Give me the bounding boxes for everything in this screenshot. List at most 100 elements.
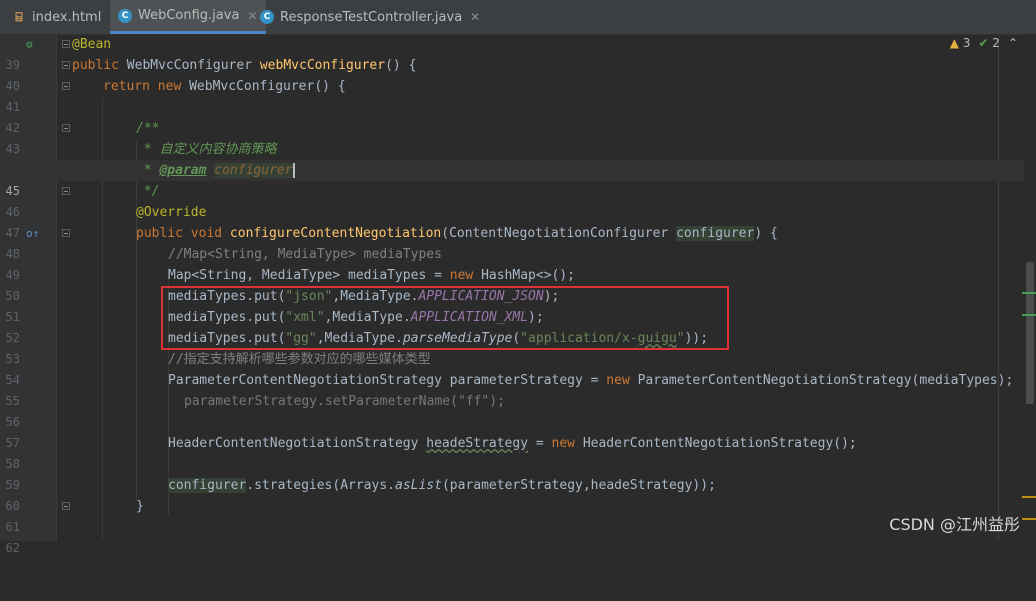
line-comment: //Map<String, MediaType> mediaTypes: [168, 247, 442, 262]
code-editor[interactable]: 39 ⚙ @Bean 40 public WebMvcConfigurer we…: [0, 34, 1036, 555]
editor-tab-bar: ⌸ index.html ✕ C WebConfig.java ✕ C Resp…: [0, 0, 1036, 35]
code-text: .strategies(Arrays.: [246, 478, 395, 493]
tab-label: ResponseTestController.java: [280, 9, 463, 25]
fold-toggle[interactable]: [62, 229, 70, 237]
code-text: () {: [385, 58, 417, 73]
static-method: asList: [395, 478, 442, 493]
change-marker: [1022, 292, 1036, 294]
typo-indicator[interactable]: ✔ 2: [978, 36, 1000, 50]
parameter-name: configurer: [168, 478, 247, 493]
code-text: WebMvcConfigurer() {: [189, 79, 346, 94]
keyword: new: [449, 268, 482, 283]
keyword: new: [157, 79, 190, 94]
code-text: (parameterStrategy,headeStrategy));: [441, 478, 716, 493]
fold-toggle[interactable]: [62, 82, 70, 90]
scrollbar-thumb[interactable]: [1026, 262, 1034, 404]
tab-label: index.html: [32, 9, 102, 25]
annotation: @Override: [136, 205, 207, 220]
change-marker: [1022, 314, 1036, 316]
warning-icon: ▲: [949, 36, 959, 50]
code-line: 58 HeaderContentNegotiationStrategy head…: [0, 433, 1036, 471]
warning-marker: [1022, 518, 1036, 520]
code-line: 43 /**: [0, 118, 1036, 156]
code-line: 55 ParameterContentNegotiationStrategy p…: [0, 370, 1036, 408]
warning-marker: [1022, 496, 1036, 498]
method-name: webMvcConfigurer: [259, 58, 386, 73]
code-line: 54 //指定支持解析哪些参数对应的哪些媒体类型: [0, 349, 1036, 387]
override-gutter-icon[interactable]: o↑: [26, 223, 39, 244]
code-line: 61 }: [0, 496, 1036, 534]
fold-toggle[interactable]: [62, 61, 70, 69]
code-text: HeaderContentNegotiationStrategy: [168, 436, 427, 451]
code-text: ) {: [754, 226, 778, 241]
line-comment: //指定支持解析哪些参数对应的哪些媒体类型: [168, 352, 431, 367]
tab-index-html[interactable]: ⌸ index.html ✕: [4, 0, 127, 34]
typo-count: 2: [992, 36, 1000, 50]
keyword: new: [551, 436, 583, 451]
code-line: 57: [0, 412, 1036, 450]
checkmark-icon: ✔: [978, 36, 989, 50]
chevron-up-icon[interactable]: ⌃: [1008, 36, 1018, 50]
code-line: 62: [0, 517, 1036, 555]
code-text: (ContentNegotiationConfigurer: [441, 226, 677, 241]
javadoc: */: [136, 184, 160, 199]
fold-toggle[interactable]: [62, 187, 70, 195]
tab-label: WebConfig.java: [138, 8, 240, 23]
string-literal: "ff": [457, 394, 490, 409]
javadoc: *: [136, 163, 160, 178]
code-line: 60 configurer.strategies(Arrays.asList(p…: [0, 475, 1036, 513]
code-line: 48 o↑ public void configureContentNegoti…: [0, 223, 1036, 261]
watermark: CSDN @江州益彤: [889, 515, 1020, 534]
code-line: 42: [0, 97, 1036, 135]
code-text: =: [528, 436, 552, 451]
fold-toggle[interactable]: [62, 124, 70, 132]
code-text: ParameterContentNegotiationStrategy para…: [168, 373, 607, 388]
keyword: public: [72, 58, 127, 73]
javadoc: /**: [136, 121, 160, 136]
keyword: return: [103, 79, 158, 94]
fold-toggle[interactable]: [62, 502, 70, 510]
code-line: 47 @Override: [0, 202, 1036, 240]
fold-toggle[interactable]: [62, 40, 70, 48]
javadoc: * 自定义内容协商策略: [136, 142, 277, 157]
code-text: HeaderContentNegotiationStrategy();: [582, 436, 857, 451]
type-name: WebMvcConfigurer: [126, 58, 260, 73]
inspection-widget[interactable]: ▲ 3 ✔ 2 ⌃: [950, 36, 1018, 50]
code-text: }: [136, 499, 144, 514]
code-line: 40 public WebMvcConfigurer webMvcConfigu…: [0, 55, 1036, 93]
bean-gutter-icon[interactable]: ⚙: [26, 34, 33, 55]
code-line: 59: [0, 454, 1036, 492]
java-class-icon: C: [260, 10, 274, 24]
highlight-annotation-box: [161, 286, 729, 350]
code-line: 49 //Map<String, MediaType> mediaTypes: [0, 244, 1036, 282]
variable-name: headeStrategy: [426, 436, 529, 451]
code-line: 41 return new WebMvcConfigurer() {: [0, 76, 1036, 114]
code-line: 44 * 自定义内容协商策略: [0, 139, 1036, 177]
warning-indicator[interactable]: ▲ 3: [950, 36, 971, 50]
code-text: Map<String, MediaType> mediaTypes =: [168, 268, 450, 283]
javadoc-tag: @param: [159, 163, 207, 178]
code-text: HashMap<>();: [481, 268, 575, 283]
code-line: 39 ⚙ @Bean: [0, 34, 1036, 72]
code-line: 46 */: [0, 181, 1036, 219]
code-text: parameterStrategy.setParameterName(: [184, 394, 458, 409]
parameter-name: configurer: [676, 226, 755, 241]
close-icon[interactable]: ✕: [470, 10, 480, 24]
code-line: 56 parameterStrategy.setParameterName("f…: [0, 391, 1036, 429]
code-text: );: [489, 394, 505, 409]
tab-responsetestcontroller-java[interactable]: C ResponseTestController.java ✕: [252, 0, 488, 34]
javadoc-param-value: configurer: [214, 163, 295, 178]
code-text: ParameterContentNegotiationStrategy(medi…: [637, 373, 1014, 388]
keyword: public void: [136, 226, 230, 241]
vertical-scrollbar[interactable]: [1024, 34, 1036, 541]
code-line: 50 Map<String, MediaType> mediaTypes = n…: [0, 265, 1036, 303]
warning-count: 3: [962, 36, 971, 50]
line-number: 62: [5, 541, 20, 555]
html-file-icon: ⌸: [15, 9, 23, 24]
tab-webconfig-java[interactable]: C WebConfig.java ✕: [110, 0, 266, 34]
code-line-current: 45 * @param configurer: [0, 160, 1036, 198]
annotation: @Bean: [72, 37, 112, 52]
keyword: new: [606, 373, 638, 388]
method-name: configureContentNegotiation: [229, 226, 442, 241]
java-class-icon: C: [118, 8, 132, 23]
